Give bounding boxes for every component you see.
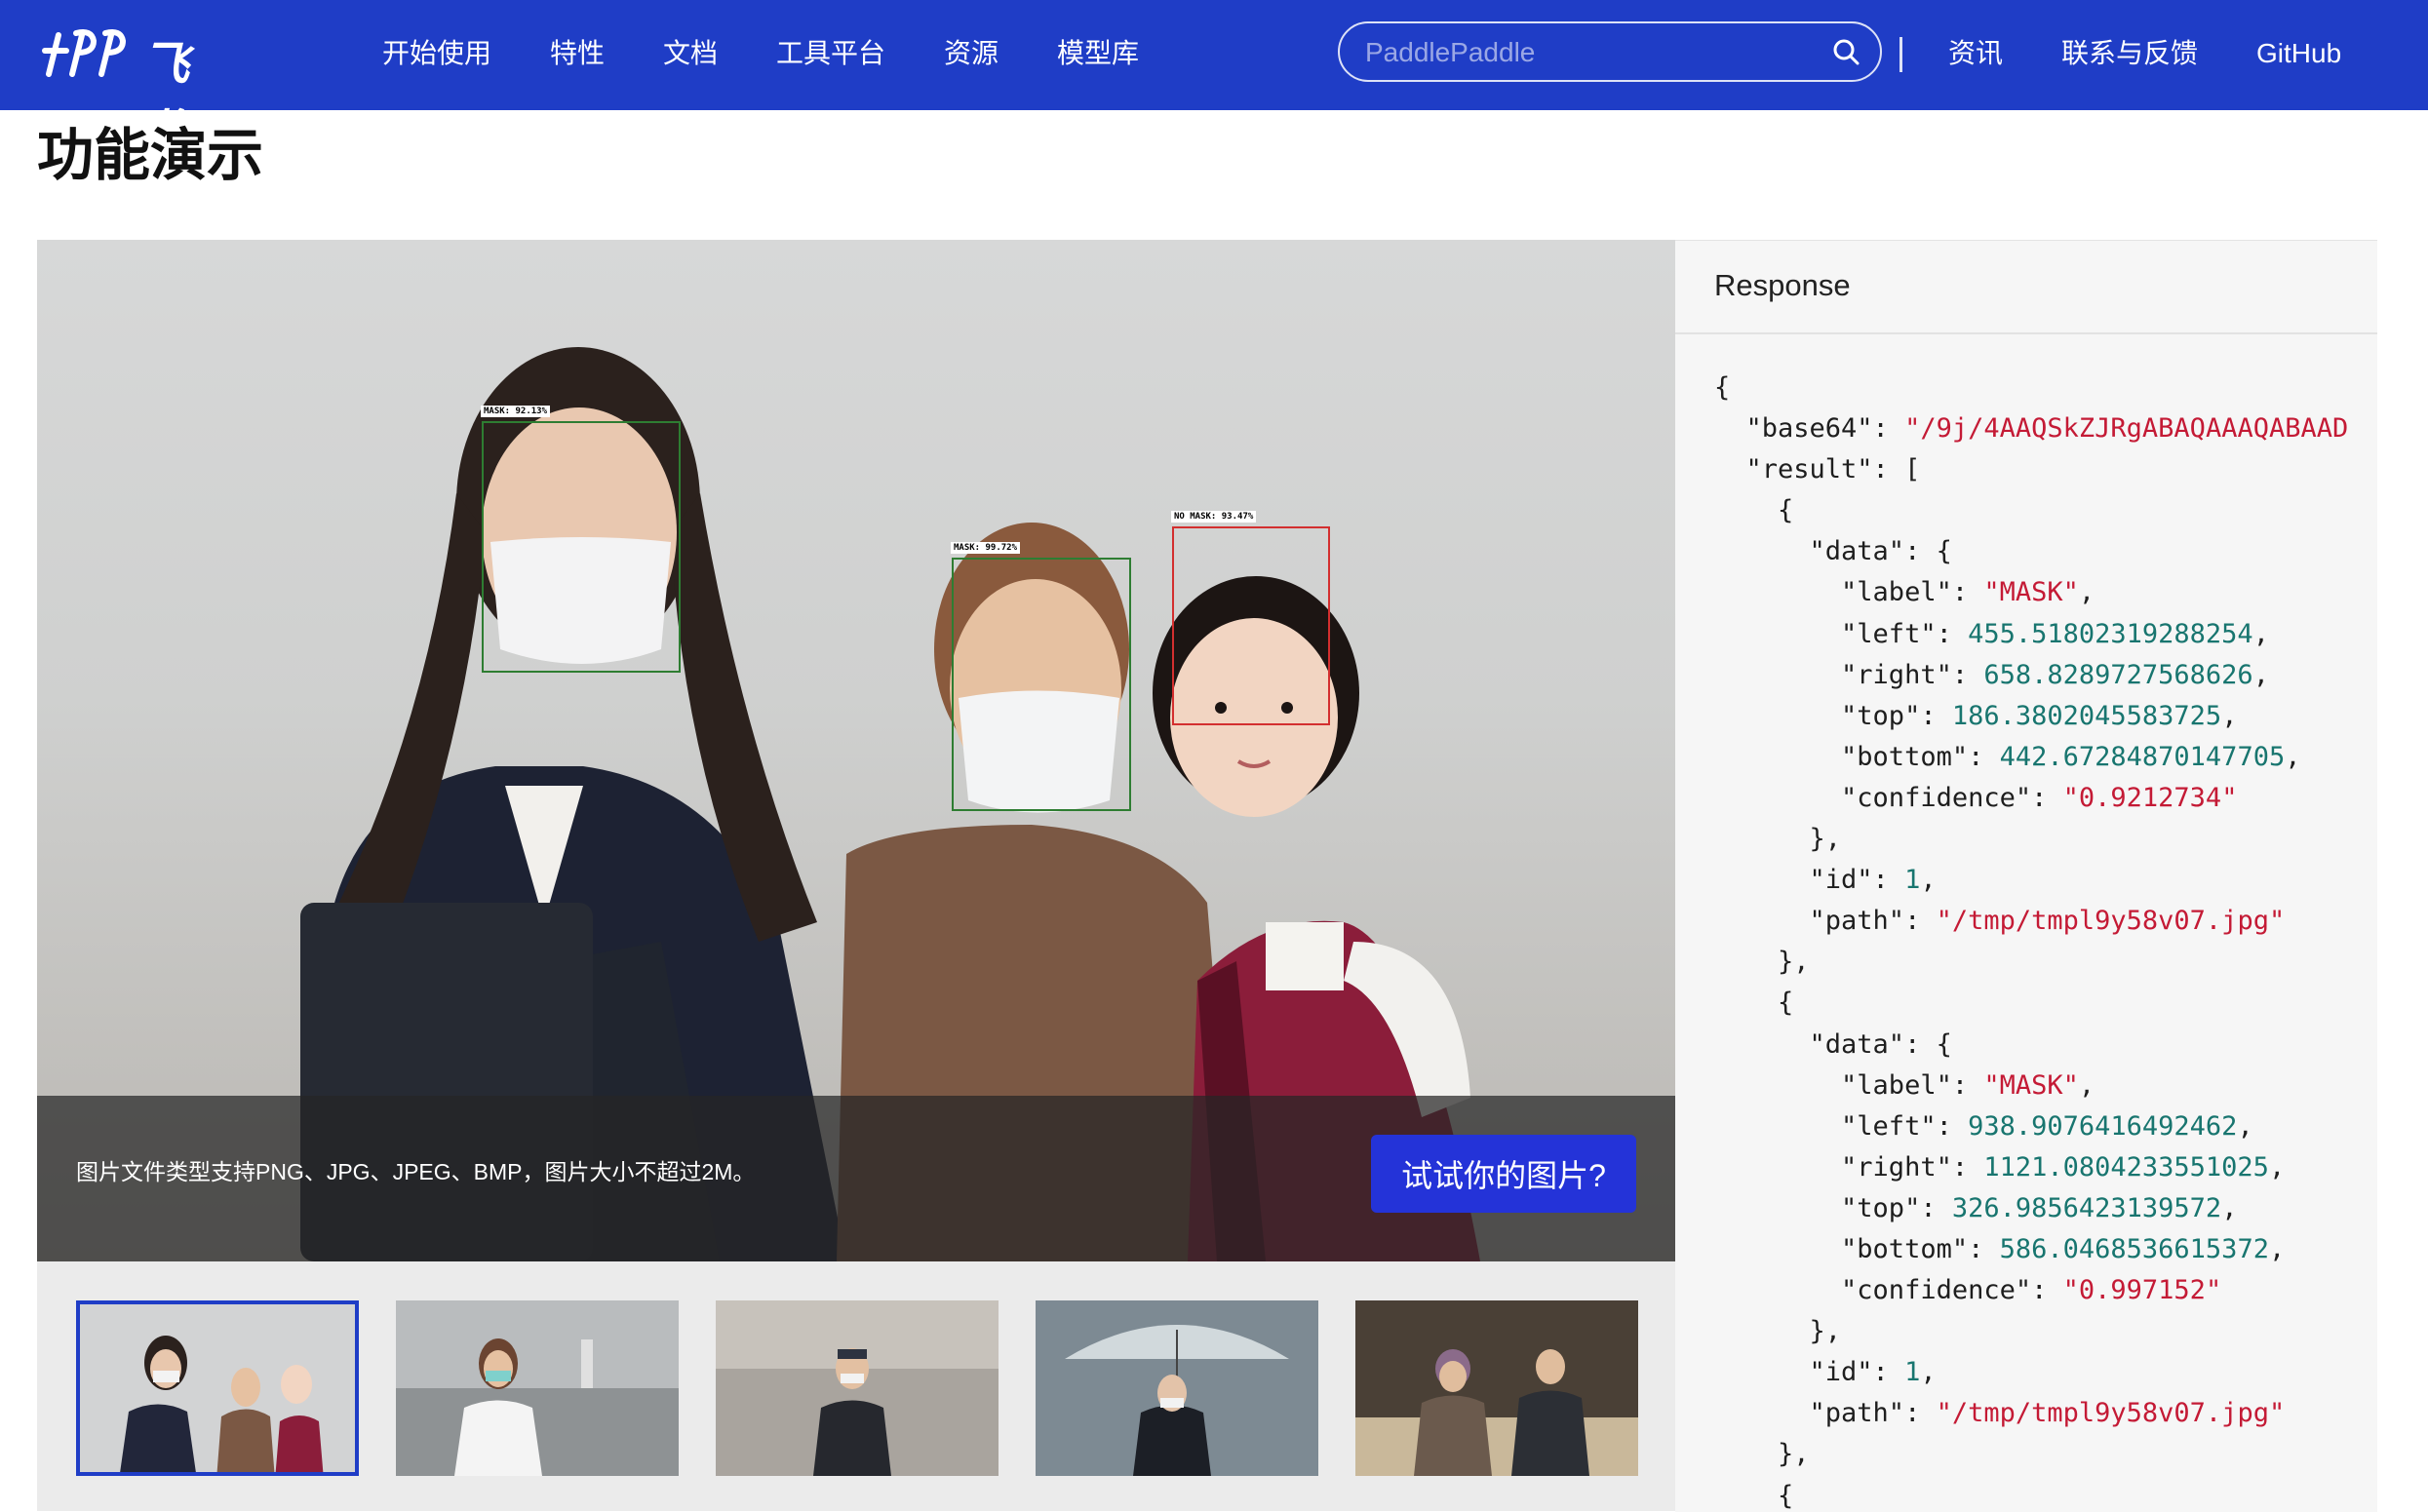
demo-image: MASK: 92.13% MASK: 99.72% NO MASK: 93.47… xyxy=(37,240,1675,1261)
thumbnail-1[interactable] xyxy=(76,1300,359,1476)
nav-item-contact[interactable]: 联系与反馈 xyxy=(2061,34,2198,73)
try-your-image-button[interactable]: 试试你的图片? xyxy=(1371,1135,1636,1213)
nav-item-models[interactable]: 模型库 xyxy=(1057,34,1139,73)
page-title: 功能演示 xyxy=(37,124,264,187)
thumbnail-4[interactable] xyxy=(1036,1300,1318,1476)
response-header: Response xyxy=(1675,241,2377,334)
thumbnail-2[interactable] xyxy=(396,1300,679,1476)
thumbnail-3[interactable] xyxy=(716,1300,999,1476)
detection-label-1: MASK: 92.13% xyxy=(481,406,551,417)
detection-box-nomask xyxy=(1172,526,1330,725)
detection-box-mask-2 xyxy=(952,558,1131,811)
nav-item-tools[interactable]: 工具平台 xyxy=(776,34,885,73)
detection-box-mask-1 xyxy=(482,421,681,673)
paddle-logo-icon xyxy=(42,29,127,77)
search-box xyxy=(1338,21,1882,82)
nav-item-docs[interactable]: 文档 xyxy=(663,34,718,73)
response-panel[interactable]: Response { "base64": "/9j/4AAQSkZJRgABAQ… xyxy=(1675,240,2377,1512)
nav-item-news[interactable]: 资讯 xyxy=(1948,34,2003,73)
upload-hint-bar: 图片文件类型支持PNG、JPG、JPEG、BMP，图片大小不超过2M。 试试你的… xyxy=(37,1096,1675,1261)
search-input[interactable] xyxy=(1363,33,1825,72)
response-json[interactable]: { "base64": "/9j/4AAQSkZJRgABAQAAAQABAAD… xyxy=(1714,368,2348,1512)
nav-item-resources[interactable]: 资源 xyxy=(944,34,999,73)
top-navbar: 飞桨 开始使用 特性 文档 工具平台 资源 模型库 资讯 联系与反馈 GitHu… xyxy=(0,0,2428,159)
nav-divider xyxy=(1899,37,1902,72)
detection-label-2: MASK: 99.72% xyxy=(951,542,1021,554)
thumbnail-5[interactable] xyxy=(1355,1300,1638,1476)
nav-item-features[interactable]: 特性 xyxy=(550,34,605,73)
upload-hint-text: 图片文件类型支持PNG、JPG、JPEG、BMP，图片大小不超过2M。 xyxy=(76,1159,756,1184)
response-title: Response xyxy=(1714,268,1851,302)
paddlepaddle-logo[interactable]: 飞桨 xyxy=(37,21,232,159)
search-icon[interactable] xyxy=(1831,37,1860,66)
nav-item-getting-started[interactable]: 开始使用 xyxy=(382,34,491,73)
detection-label-3: NO MASK: 93.47% xyxy=(1171,511,1257,523)
thumbnail-strip xyxy=(37,1261,1675,1511)
nav-item-github[interactable]: GitHub xyxy=(2256,34,2341,73)
